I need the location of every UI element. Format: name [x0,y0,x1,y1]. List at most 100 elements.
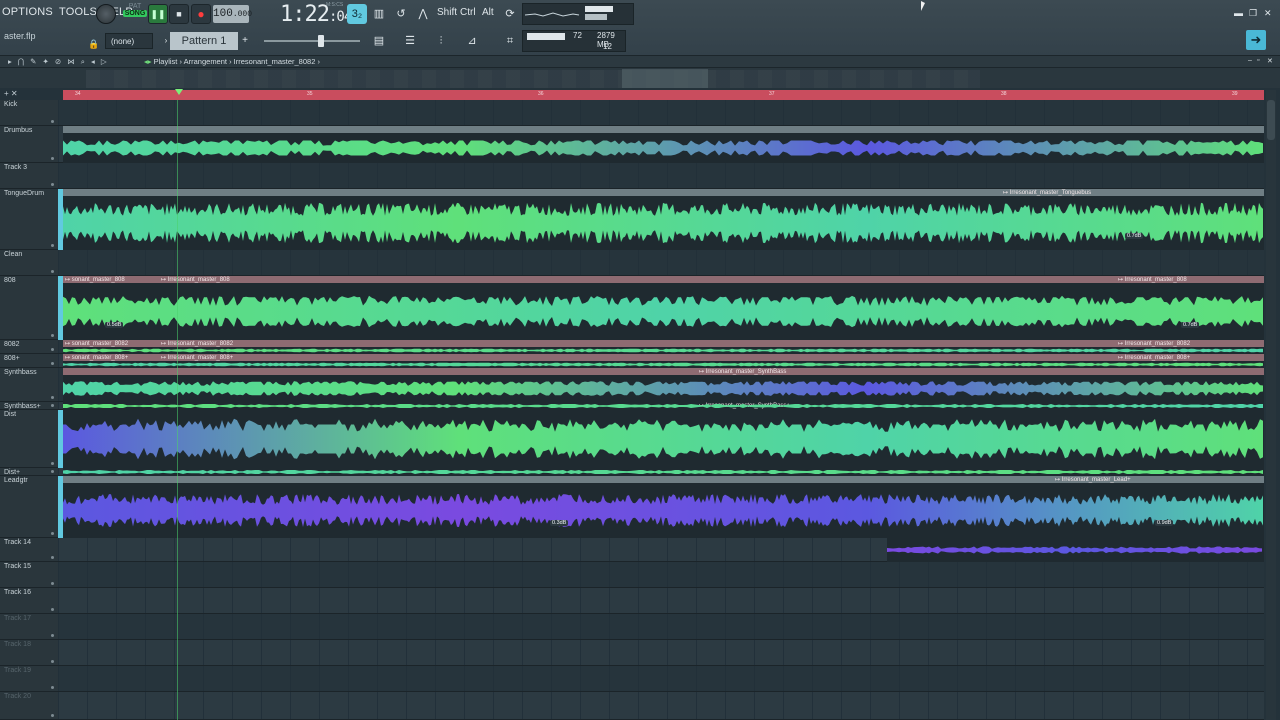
track-mute-icon[interactable] [51,532,54,535]
track-mute-icon[interactable] [51,470,54,473]
track-mute-icon[interactable] [51,157,54,160]
track-mute-icon[interactable] [51,362,54,365]
track-header[interactable]: Track 16 [0,588,58,614]
scroll-thumb[interactable] [1267,100,1275,140]
audio-clip[interactable]: ↦ Irresonant_master_SynthBass [63,368,1264,402]
clip-header[interactable] [63,340,1264,347]
track-mute-icon[interactable] [51,608,54,611]
playlist-minimize-icon[interactable]: – [1248,57,1252,64]
track-header[interactable]: Track 19 [0,666,58,692]
channel-rack-icon[interactable]: ☰ [400,31,420,51]
track-lane[interactable] [58,692,1264,720]
metronome-icon[interactable]: ⋀ [413,4,433,24]
playlist-icon[interactable]: ▤ [369,31,389,51]
track-mute-icon[interactable] [51,270,54,273]
track-header[interactable]: Track 14 [0,538,58,562]
track-mute-icon[interactable] [51,404,54,407]
browser-icon[interactable]: ⊿ [462,31,482,51]
master-pitch-slider[interactable] [264,40,360,42]
track-lane[interactable] [58,100,1264,126]
playlist-close-icon[interactable]: ✕ [1267,57,1273,65]
playlist-tools[interactable]: ▸ ⋂ ✎ ✦ ⊘ ⋈ ⌕ ◂ ▷ [8,57,109,67]
tempo-display[interactable]: 100.000 [213,5,252,23]
track-mute-icon[interactable] [51,396,54,399]
audio-clip[interactable]: ↦ Irresonant_master_SynthBass+ [63,402,1264,410]
audio-clip[interactable] [63,410,1264,468]
track-lane[interactable] [58,614,1264,640]
track-header[interactable]: Synthbass+ [0,402,58,410]
playhead-marker-icon[interactable] [175,89,183,95]
track-header[interactable]: Track 3 [0,163,58,189]
track-lane[interactable] [58,562,1264,588]
mixer-icon[interactable]: ⫶ [431,31,451,51]
record-button[interactable]: ● [191,4,211,24]
clip-header[interactable] [63,354,1264,361]
slider-thumb[interactable] [318,35,324,47]
track-mute-icon[interactable] [51,348,54,351]
track-header[interactable]: TongueDrum [0,189,58,250]
track-mute-icon[interactable] [51,462,54,465]
timeline-controls[interactable]: + ✕ [4,89,18,98]
close-icon[interactable]: ✕ [1264,8,1272,19]
track-mute-icon[interactable] [51,556,54,559]
audio-clip[interactable] [63,468,1264,476]
pattern-selector[interactable]: Pattern 1 [170,32,238,50]
track-header[interactable]: Track 18 [0,640,58,666]
vertical-scrollbar[interactable] [1266,90,1276,720]
playlist-restore-icon[interactable]: ▫ [1257,57,1259,64]
audio-clip[interactable] [887,538,1264,562]
track-header[interactable]: Dist+ [0,468,58,476]
track-header[interactable]: Leadgtr [0,476,58,538]
track-header[interactable]: Track 15 [0,562,58,588]
pattern-group-select[interactable]: (none) [105,33,153,49]
track-mute-icon[interactable] [51,660,54,663]
clip-header[interactable] [63,126,1264,133]
track-header[interactable]: Track 17 [0,614,58,640]
track-lane[interactable] [58,588,1264,614]
track-header[interactable]: Drumbus [0,126,58,163]
track-header[interactable]: Dist [0,410,58,468]
menu-options[interactable]: OPTIONS [2,6,53,18]
track-mute-icon[interactable] [51,183,54,186]
track-mute-icon[interactable] [51,582,54,585]
track-mute-icon[interactable] [51,634,54,637]
minimize-icon[interactable]: ▬ [1234,8,1243,18]
audio-clip[interactable]: ↦ Irresonant_master_Lead+ 0.3dB 0.9dB [63,476,1264,538]
playlist-breadcrumb[interactable]: ◂▸ Playlist › Arrangement › Irresonant_m… [144,57,320,66]
loop-record-icon[interactable]: ↺ [391,4,411,24]
track-mute-icon[interactable] [51,334,54,337]
alt-key[interactable]: Alt [482,7,494,18]
track-lane[interactable] [58,640,1264,666]
clip-header[interactable] [63,368,1264,375]
stop-button[interactable]: ■ [169,4,189,24]
ctrl-key[interactable]: Ctrl [460,7,476,18]
restore-icon[interactable]: ❐ [1249,8,1257,19]
master-volume-knob[interactable] [96,4,116,24]
clip-header[interactable] [63,276,1264,283]
track-lane[interactable] [58,163,1264,189]
track-mute-icon[interactable] [51,686,54,689]
timeline-ruler[interactable]: 34 35 36 37 38 39 [63,90,1264,100]
lock-icon[interactable]: 🔒 [84,34,104,54]
track-header[interactable]: Kick [0,100,58,126]
menu-tools[interactable]: TOOLS [59,6,97,18]
track-header[interactable]: 8082 [0,340,58,354]
track-header[interactable]: Clean [0,250,58,276]
audio-clip[interactable] [63,126,1264,163]
track-mute-icon[interactable] [51,714,54,717]
pause-button[interactable]: ❚❚ [148,4,168,24]
typing-keyboard-icon[interactable]: 3₂ [347,4,367,24]
track-header[interactable]: 808+ [0,354,58,368]
overview-viewport[interactable] [622,69,708,88]
plugin-picker-icon[interactable]: ⌗ [500,31,520,51]
shift-key[interactable]: Shift [437,7,457,18]
audio-clip[interactable]: ↦ sonant_master_8082 ↦ Irresonant_master_… [63,340,1264,354]
audio-clip[interactable]: ↦ sonant_master_808 ↦ Irresonant_master_8… [63,276,1264,340]
online-news-icon[interactable]: ➜ [1246,30,1266,50]
track-header[interactable]: 808 [0,276,58,340]
pat-song-switch[interactable]: PAT SONG [123,3,147,25]
hint-icon[interactable]: ⟳ [500,4,520,24]
track-mute-icon[interactable] [51,120,54,123]
audio-clip[interactable]: ↦ Irresonant_master_Tonguebus 0.7dB [63,189,1264,250]
add-pattern-icon[interactable]: + [235,31,255,51]
